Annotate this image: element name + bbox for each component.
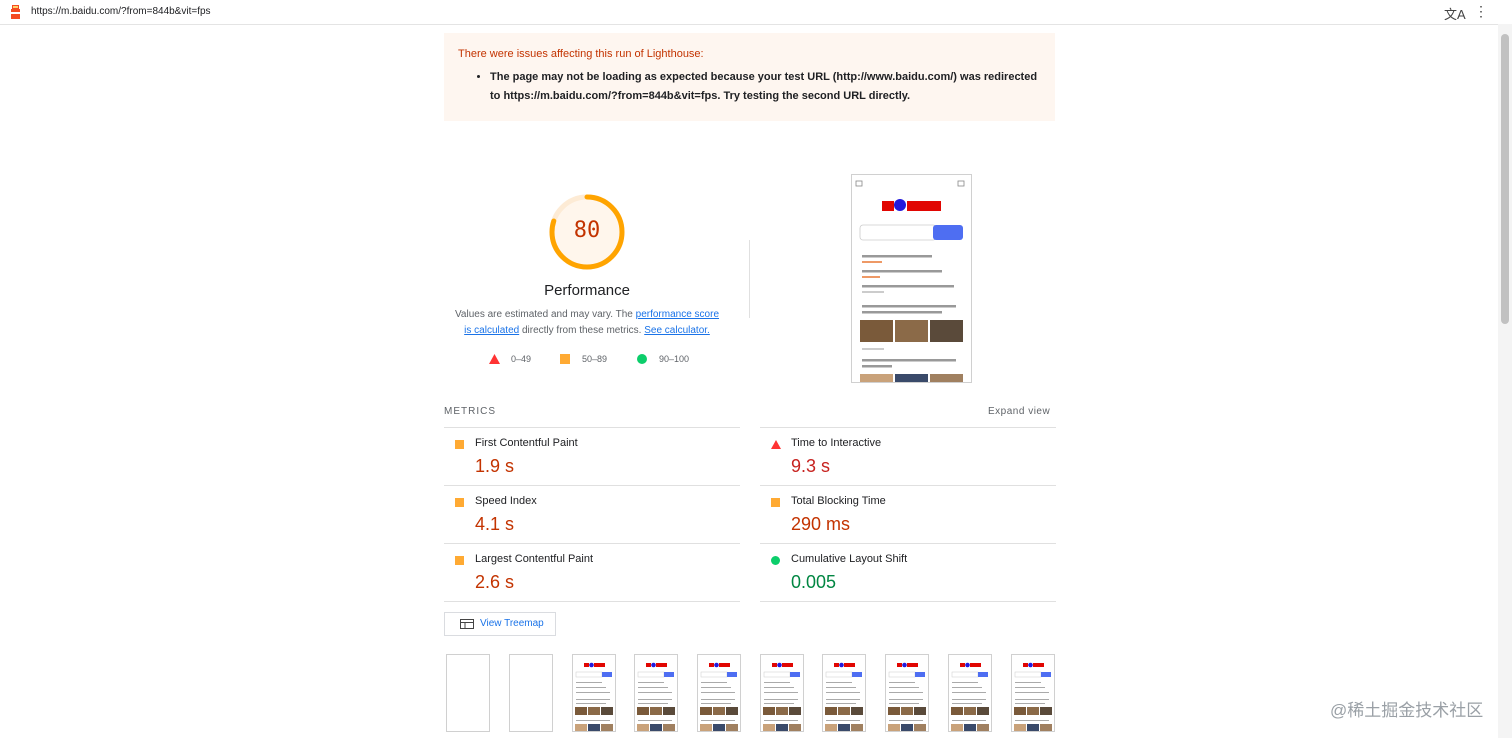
view-treemap-button[interactable]: View Treemap <box>444 612 556 636</box>
square-icon <box>560 354 570 364</box>
filmstrip-frame <box>634 654 678 732</box>
triangle-icon <box>489 354 500 364</box>
metric-first-contentful-paint: First Contentful Paint 1.9 s <box>444 427 740 486</box>
legend-pass-label: 90–100 <box>659 354 690 364</box>
filmstrip-frame <box>885 654 929 732</box>
metric-value: 2.6 s <box>475 572 515 592</box>
fail-triangle-icon <box>771 440 781 449</box>
desc-prefix: Values are estimated and may vary. The <box>454 309 636 320</box>
filmstrip-frame <box>948 654 992 732</box>
metric-time-to-interactive: Time to Interactive 9.3 s <box>760 427 1056 486</box>
warning-item: The page may not be loading as expected … <box>490 68 1041 106</box>
average-square-icon <box>771 498 780 507</box>
metric-value: 4.1 s <box>475 514 515 534</box>
warning-box: There were issues affecting this run of … <box>444 33 1055 121</box>
average-square-icon <box>455 498 464 507</box>
metric-cumulative-layout-shift: Cumulative Layout Shift 0.005 <box>760 543 1056 602</box>
scrollbar[interactable] <box>1498 24 1512 738</box>
metric-value: 9.3 s <box>791 456 831 476</box>
metric-name: Total Blocking Time <box>791 495 886 507</box>
filmstrip-frame <box>697 654 741 732</box>
warning-title: There were issues affecting this run of … <box>458 48 704 60</box>
address-bar: https://m.baidu.com/?from=844b&vit=fps 文… <box>0 0 1512 25</box>
divider <box>749 240 750 318</box>
legend-average-label: 50–89 <box>582 354 608 364</box>
filmstrip-frame <box>1011 654 1055 732</box>
expand-view-button[interactable]: Expand view <box>988 406 1050 417</box>
metric-value: 290 ms <box>791 514 851 534</box>
view-treemap-label: View Treemap <box>480 618 544 629</box>
page-url[interactable]: https://m.baidu.com/?from=844b&vit=fps <box>31 6 211 17</box>
metric-name: First Contentful Paint <box>475 437 578 449</box>
metric-name: Largest Contentful Paint <box>475 553 594 565</box>
filmstrip-frame <box>760 654 804 732</box>
desc-middle: directly from these metrics. <box>519 325 645 336</box>
metric-total-blocking-time: Total Blocking Time 290 ms <box>760 485 1056 544</box>
more-vert-icon[interactable]: ⋮ <box>1474 3 1488 20</box>
legend-fail-label: 0–49 <box>511 354 532 364</box>
metric-name: Time to Interactive <box>791 437 882 449</box>
performance-title: Performance <box>544 282 630 299</box>
metric-largest-contentful-paint: Largest Contentful Paint 2.6 s <box>444 543 740 602</box>
circle-icon <box>637 354 647 364</box>
treemap-icon <box>460 619 474 629</box>
metric-value: 0.005 <box>791 572 837 592</box>
average-square-icon <box>455 440 464 449</box>
performance-score: 80 <box>573 218 601 243</box>
screenshot-image <box>855 180 965 382</box>
metrics-header: METRICS <box>444 406 496 417</box>
watermark: @稀土掘金技术社区 <box>1330 701 1484 720</box>
performance-description: Values are estimated and may vary. The p… <box>452 307 722 339</box>
average-square-icon <box>455 556 464 565</box>
filmstrip-frame <box>446 654 490 732</box>
metric-name: Speed Index <box>475 495 537 507</box>
filmstrip-frame <box>572 654 616 732</box>
translate-icon[interactable]: 文A <box>1444 4 1466 23</box>
metrics-divider <box>760 601 1056 602</box>
final-screenshot <box>851 174 972 383</box>
see-calculator-link[interactable]: See calculator. <box>644 325 710 336</box>
lighthouse-icon <box>11 5 20 19</box>
filmstrip-frame <box>822 654 866 732</box>
scrollbar-thumb[interactable] <box>1501 34 1509 324</box>
metric-value: 1.9 s <box>475 456 515 476</box>
warning-list: The page may not be loading as expected … <box>458 68 1041 106</box>
metric-speed-index: Speed Index 4.1 s <box>444 485 740 544</box>
metrics-divider <box>444 601 740 602</box>
pass-circle-icon <box>771 556 780 565</box>
metric-name: Cumulative Layout Shift <box>791 553 908 565</box>
filmstrip-frame <box>509 654 553 732</box>
